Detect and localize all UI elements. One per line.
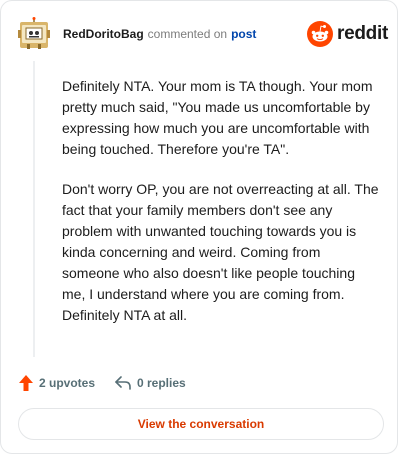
reddit-logo[interactable]: reddit — [307, 19, 388, 49]
commented-on-text: commented on — [147, 27, 228, 41]
upvote-count: 2 upvotes — [39, 376, 96, 390]
thread-line — [33, 61, 35, 357]
comment-actions: 2 upvotes 0 replies — [19, 373, 379, 393]
comment-card: RedDoritoBag commented on post reddit Defi… — [0, 0, 398, 454]
comment-paragraph-1: Definitely NTA. Your mom is TA though. Y… — [62, 78, 373, 157]
user-avatar[interactable] — [17, 17, 51, 51]
view-conversation-button[interactable]: View the conversation — [18, 408, 384, 440]
comment-body: Definitely NTA. Your mom is TA though. Y… — [62, 76, 380, 345]
comment-paragraph-2: Don't worry OP, you are not overreacting… — [62, 181, 379, 323]
comment-meta: RedDoritoBag commented on post — [63, 26, 256, 42]
snoo-avatar-icon — [18, 17, 50, 49]
username-link[interactable]: RedDoritoBag — [63, 27, 144, 41]
reply-button[interactable]: 0 replies — [115, 373, 186, 393]
reddit-snoo-icon — [307, 21, 333, 47]
reply-arrow-icon — [115, 376, 131, 390]
reddit-wordmark: reddit — [337, 23, 388, 44]
upvote-button[interactable]: 2 upvotes — [19, 373, 95, 393]
post-link[interactable]: post — [231, 27, 256, 41]
comment-header: RedDoritoBag commented on post reddit — [17, 17, 388, 51]
upvote-arrow-icon — [19, 375, 33, 391]
reply-count: 0 replies — [137, 376, 186, 390]
